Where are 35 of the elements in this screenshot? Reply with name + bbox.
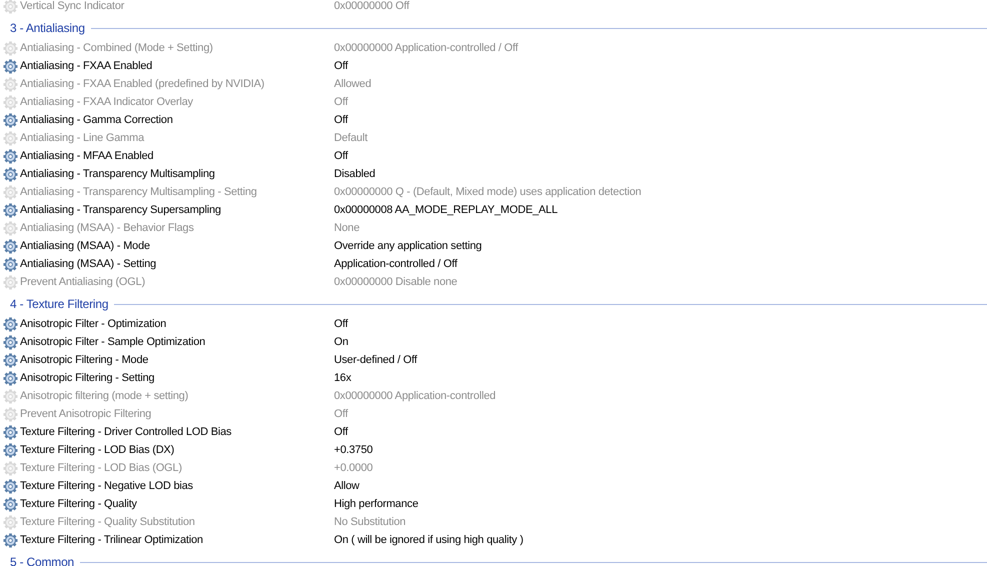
group-header: 4 - Texture Filtering [10,297,108,311]
setting-value[interactable]: Override any application setting [334,240,482,252]
setting-name[interactable]: Texture Filtering - LOD Bias (DX) [20,444,334,456]
setting-value[interactable]: User-defined / Off [334,354,418,366]
group-header: 3 - Antialiasing [10,21,85,35]
setting-name[interactable]: Antialiasing - FXAA Enabled [20,60,334,72]
setting-name[interactable]: Antialiasing - Transparency Multisampling [20,168,334,180]
setting-value[interactable]: Off [334,114,348,126]
setting-value[interactable]: 0x00000008 AA_MODE_REPLAY_MODE_ALL [334,204,558,216]
setting-name[interactable]: Antialiasing - Gamma Correction [20,114,334,126]
setting-value[interactable]: Disabled [334,168,376,180]
setting-name[interactable]: Texture Filtering - Quality [20,498,334,510]
setting-value[interactable]: +0.3750 [334,444,373,456]
setting-value[interactable]: Off [334,318,348,330]
setting-name[interactable]: Anisotropic Filtering - Mode [20,354,334,366]
setting-name[interactable]: Antialiasing (MSAA) - Setting [20,258,334,270]
setting-value[interactable]: Off [334,426,348,438]
setting-name[interactable]: Antialiasing - MFAA Enabled [20,150,334,162]
setting-name[interactable]: Anisotropic Filter - Sample Optimization [20,336,334,348]
setting-value[interactable]: 16x [334,372,352,384]
setting-value[interactable]: Application-controlled / Off [334,258,458,270]
setting-value[interactable]: High performance [334,498,418,510]
setting-name[interactable]: Texture Filtering - Driver Controlled LOD Bias [20,426,334,438]
setting-value[interactable]: Off [334,60,348,72]
setting-name[interactable]: Antialiasing - Transparency Supersampling [20,204,334,216]
setting-name[interactable]: Texture Filtering - Negative LOD bias [20,480,334,492]
setting-name[interactable]: Antialiasing (MSAA) - Mode [20,240,334,252]
setting-value[interactable]: On ( will be ignored if using high quality ) [334,534,524,546]
setting-value[interactable]: Off [334,150,348,162]
setting-name[interactable]: Anisotropic Filtering - Setting [20,372,334,384]
setting-name[interactable]: Texture Filtering - Trilinear Optimization [20,534,334,546]
setting-value[interactable]: On [334,336,348,348]
setting-value[interactable]: Allow [334,480,360,492]
setting-name[interactable]: Anisotropic Filter - Optimization [20,318,334,330]
group-header: 5 - Common [10,555,74,566]
